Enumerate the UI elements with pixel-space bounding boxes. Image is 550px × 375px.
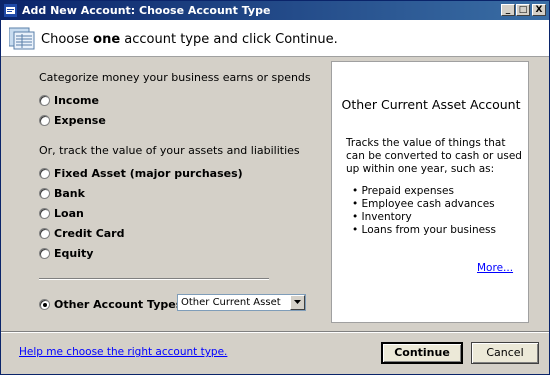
list-item: Prepaid expenses — [352, 185, 496, 198]
radio-fixed-asset-button[interactable] — [39, 168, 50, 179]
radio-bank-button[interactable] — [39, 188, 50, 199]
instruction-text: Choose one account type and click Contin… — [41, 32, 338, 47]
radio-expense-label: Expense — [54, 114, 106, 127]
info-description: Tracks the value of things that can be c… — [346, 137, 522, 175]
list-item: Loans from your business — [352, 224, 496, 237]
dialog-header: Choose one account type and click Contin… — [1, 20, 549, 56]
section-label-assets-liabilities: Or, track the value of your assets and l… — [39, 144, 300, 157]
help-choose-account-link[interactable]: Help me choose the right account type. — [19, 346, 227, 358]
radio-fixed-asset-label: Fixed Asset (major purchases) — [54, 167, 243, 180]
account-register-icon — [9, 27, 35, 50]
radio-loan-button[interactable] — [39, 208, 50, 219]
account-type-info-panel: Other Current Asset Account Tracks the v… — [331, 61, 529, 323]
maximize-button[interactable]: □ — [516, 4, 530, 16]
more-link[interactable]: More... — [477, 262, 513, 274]
title-bar[interactable]: Add New Account: Choose Account Type _ □… — [1, 1, 549, 20]
radio-income-label: Income — [54, 94, 99, 107]
dropdown-button[interactable] — [290, 295, 305, 310]
account-type-options: Categorize money your business earns or … — [22, 59, 328, 323]
app-icon — [4, 4, 17, 17]
header-divider — [1, 56, 549, 57]
footer-divider — [1, 331, 549, 333]
chevron-down-icon — [294, 300, 301, 304]
radio-equity-label: Equity — [54, 247, 94, 260]
minimize-button[interactable]: _ — [501, 4, 515, 16]
add-new-account-dialog: Add New Account: Choose Account Type _ □… — [0, 0, 550, 375]
radio-other-account-types-label: Other Account Types — [54, 298, 183, 311]
radio-credit-card-button[interactable] — [39, 228, 50, 239]
list-item: Employee cash advances — [352, 198, 496, 211]
radio-equity-button[interactable] — [39, 248, 50, 259]
radio-income-button[interactable] — [39, 95, 50, 106]
info-title: Other Current Asset Account — [341, 97, 521, 112]
radio-bank-label: Bank — [54, 187, 85, 200]
radio-loan-label: Loan — [54, 207, 84, 220]
continue-button[interactable]: Continue — [381, 342, 463, 364]
other-account-type-select[interactable]: Other Current Asset — [177, 294, 306, 311]
other-account-type-value: Other Current Asset — [181, 297, 281, 308]
radio-expense-button[interactable] — [39, 115, 50, 126]
window-title: Add New Account: Choose Account Type — [22, 4, 271, 17]
close-button[interactable]: X — [532, 4, 546, 16]
cancel-button[interactable]: Cancel — [471, 342, 539, 364]
options-divider — [39, 278, 269, 280]
radio-credit-card-label: Credit Card — [54, 227, 125, 240]
radio-other-account-types-button[interactable] — [39, 299, 50, 310]
info-examples-list: Prepaid expenses Employee cash advances … — [352, 185, 496, 237]
list-item: Inventory — [352, 211, 496, 224]
section-label-earns-spends: Categorize money your business earns or … — [39, 71, 311, 84]
